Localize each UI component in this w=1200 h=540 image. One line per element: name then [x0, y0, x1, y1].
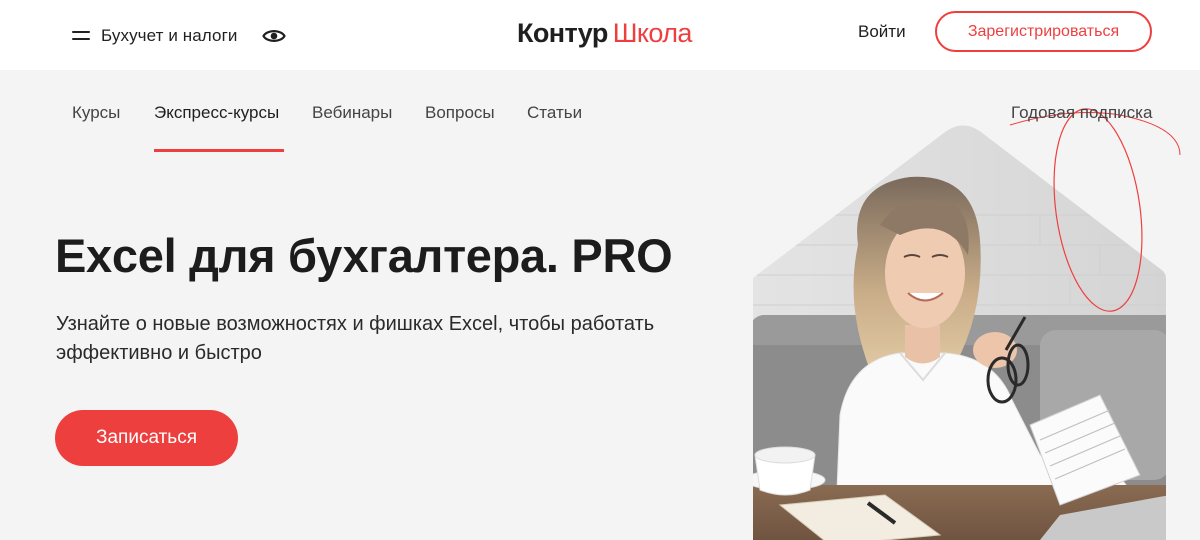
top-header: Бухучет и налоги Контур Школа Войти Заре… [0, 0, 1200, 70]
login-link[interactable]: Войти [858, 20, 906, 44]
hero-subtitle-line-2: эффективно и быстро [56, 342, 262, 364]
hero-subtitle-line-1: Узнайте о новые возможностях и фишках Ex… [56, 313, 655, 335]
logo-secondary: Школа [612, 17, 693, 48]
hero-subtitle: Узнайте о новые возможностях и фишках Ex… [56, 310, 696, 368]
hamburger-icon [72, 31, 90, 41]
nav-tab-express-courses[interactable]: Экспресс-курсы [154, 102, 279, 124]
catalog-label: Бухучет и налоги [101, 26, 238, 45]
kontur-school-logo[interactable]: Контур Школа [517, 15, 692, 51]
catalog-menu-button[interactable]: Бухучет и налоги [72, 22, 237, 50]
nav-tab-articles[interactable]: Статьи [527, 102, 582, 124]
eye-icon[interactable] [262, 24, 286, 48]
register-button[interactable]: Зарегистрироваться [935, 11, 1152, 52]
enroll-button[interactable]: Записаться [55, 410, 238, 466]
page-title: Excel для бухгалтера. PRO [55, 229, 673, 282]
active-tab-indicator [154, 149, 284, 152]
nav-annual-subscription[interactable]: Годовая подписка [1011, 102, 1152, 124]
nav-tab-webinars[interactable]: Вебинары [312, 102, 392, 124]
nav-tab-questions[interactable]: Вопросы [425, 102, 495, 124]
hero-illustration [740, 95, 1200, 540]
nav-tab-courses[interactable]: Курсы [72, 102, 120, 124]
logo-primary: Контур [517, 17, 608, 48]
hero-photo [753, 108, 1181, 540]
